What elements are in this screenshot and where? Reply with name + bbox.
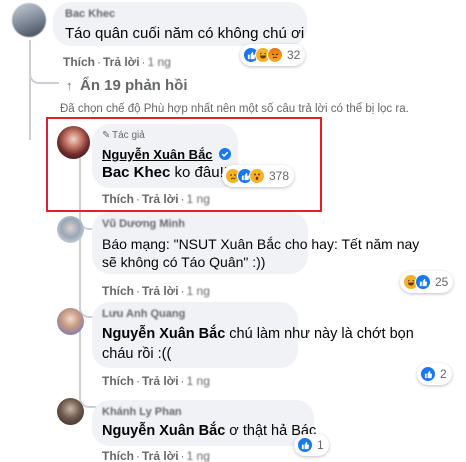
thread-hook-hide-replies (29, 66, 59, 84)
reply-actions: Thích · Trả lời · 1 ng (102, 449, 210, 462)
comment-actions: Thích · Trả lời · 1 ng (63, 55, 171, 69)
hide-replies-label: Ẩn 19 phản hồi (80, 77, 188, 94)
comment-bubble: Bac Khec Táo quân cuối năm có không chú … (53, 2, 307, 46)
author-reply-text: Bac Khec ko đâu!!! (102, 164, 233, 181)
reply-author[interactable]: Lưu Anh Quang (102, 308, 185, 320)
avatar[interactable] (12, 3, 46, 37)
reaction-summary[interactable]: 1 (294, 434, 329, 456)
like-link[interactable]: Thích (102, 192, 134, 206)
reply-text-line1: Nguyễn Xuân Bắc chú làm như này là chớt … (102, 326, 414, 342)
reaction-summary[interactable]: 32 (240, 44, 306, 66)
author-reply-bubble: ✎ Tác giả Nguyễn Xuân Bắc Bac Khec ko đâu… (92, 124, 238, 188)
hide-replies-button[interactable]: ↑ Ẩn 19 phản hồi (66, 77, 188, 94)
reply-author[interactable]: Khánh Ly Phan (102, 406, 182, 418)
reaction-count: 25 (435, 275, 449, 289)
reply-text: Nguyễn Xuân Bắc ơ thật hả Bác (102, 423, 317, 439)
reply-link[interactable]: Trả lời (142, 449, 179, 462)
mention-link[interactable]: Nguyễn Xuân Bắc (102, 423, 225, 439)
author-avatar[interactable] (57, 126, 90, 159)
angry-icon (267, 47, 283, 63)
verified-badge-icon (218, 148, 231, 160)
author-name[interactable]: Nguyễn Xuân Bắc (102, 147, 213, 162)
comment-author[interactable]: Bac Khec (65, 8, 115, 20)
author-badge: ✎ Tác giả (102, 130, 145, 141)
like-link[interactable]: Thích (63, 55, 95, 69)
reply-link[interactable]: Trả lời (142, 374, 179, 388)
avatar[interactable] (57, 398, 84, 425)
comment-text: Táo quân cuối năm có không chú ơi (65, 25, 305, 42)
author-reply-actions: Thích · Trả lời · 1 ng (102, 192, 210, 206)
reply-bubble: Vũ Dương Minh Báo mạng: "NSUT Xuân Bắc c… (92, 212, 419, 274)
like-link[interactable]: Thích (102, 374, 134, 388)
like-icon (415, 274, 431, 290)
wow-icon (249, 168, 265, 184)
arrow-up-icon: ↑ (66, 78, 73, 93)
reply-bubble: Lưu Anh Quang Nguyễn Xuân Bắc chú làm nh… (92, 302, 414, 368)
mention-link[interactable]: Nguyễn Xuân Bắc (102, 326, 225, 342)
reply-actions: Thích · Trả lời · 1 ng (102, 374, 210, 388)
avatar[interactable] (57, 216, 84, 243)
reaction-count: 2 (440, 367, 447, 381)
reaction-count: 1 (317, 438, 324, 452)
avatar[interactable] (57, 308, 84, 335)
reply-text-line2: cháu rồi :(( (102, 346, 172, 362)
like-icon (420, 366, 436, 382)
reaction-count: 32 (287, 48, 301, 62)
mention-link[interactable]: Bac Khec (102, 164, 170, 181)
like-link[interactable]: Thích (102, 284, 134, 298)
reply-author[interactable]: Vũ Dương Minh (102, 218, 185, 230)
filter-notice: Đã chọn chế độ Phù hợp nhất nên một số c… (60, 103, 409, 115)
reaction-count: 378 (269, 169, 290, 183)
like-icon (297, 437, 313, 453)
reply-link[interactable]: Trả lời (103, 55, 140, 69)
thread-line-main (29, 40, 31, 140)
reaction-summary[interactable]: 2 (417, 363, 452, 385)
reply-link[interactable]: Trả lời (142, 284, 179, 298)
reply-actions: Thích · Trả lời · 1 ng (102, 284, 210, 298)
reply-text-line2: sẽ không có Táo Quân" :)) (102, 254, 266, 270)
reply-bubble: Khánh Ly Phan Nguyễn Xuân Bắc ơ thật hả … (92, 400, 317, 446)
pencil-icon: ✎ (102, 130, 111, 141)
author-reaction-summary[interactable]: 378 (222, 165, 295, 187)
reply-link[interactable]: Trả lời (142, 192, 179, 206)
reaction-summary[interactable]: 25 (400, 271, 454, 293)
like-link[interactable]: Thích (102, 449, 134, 462)
